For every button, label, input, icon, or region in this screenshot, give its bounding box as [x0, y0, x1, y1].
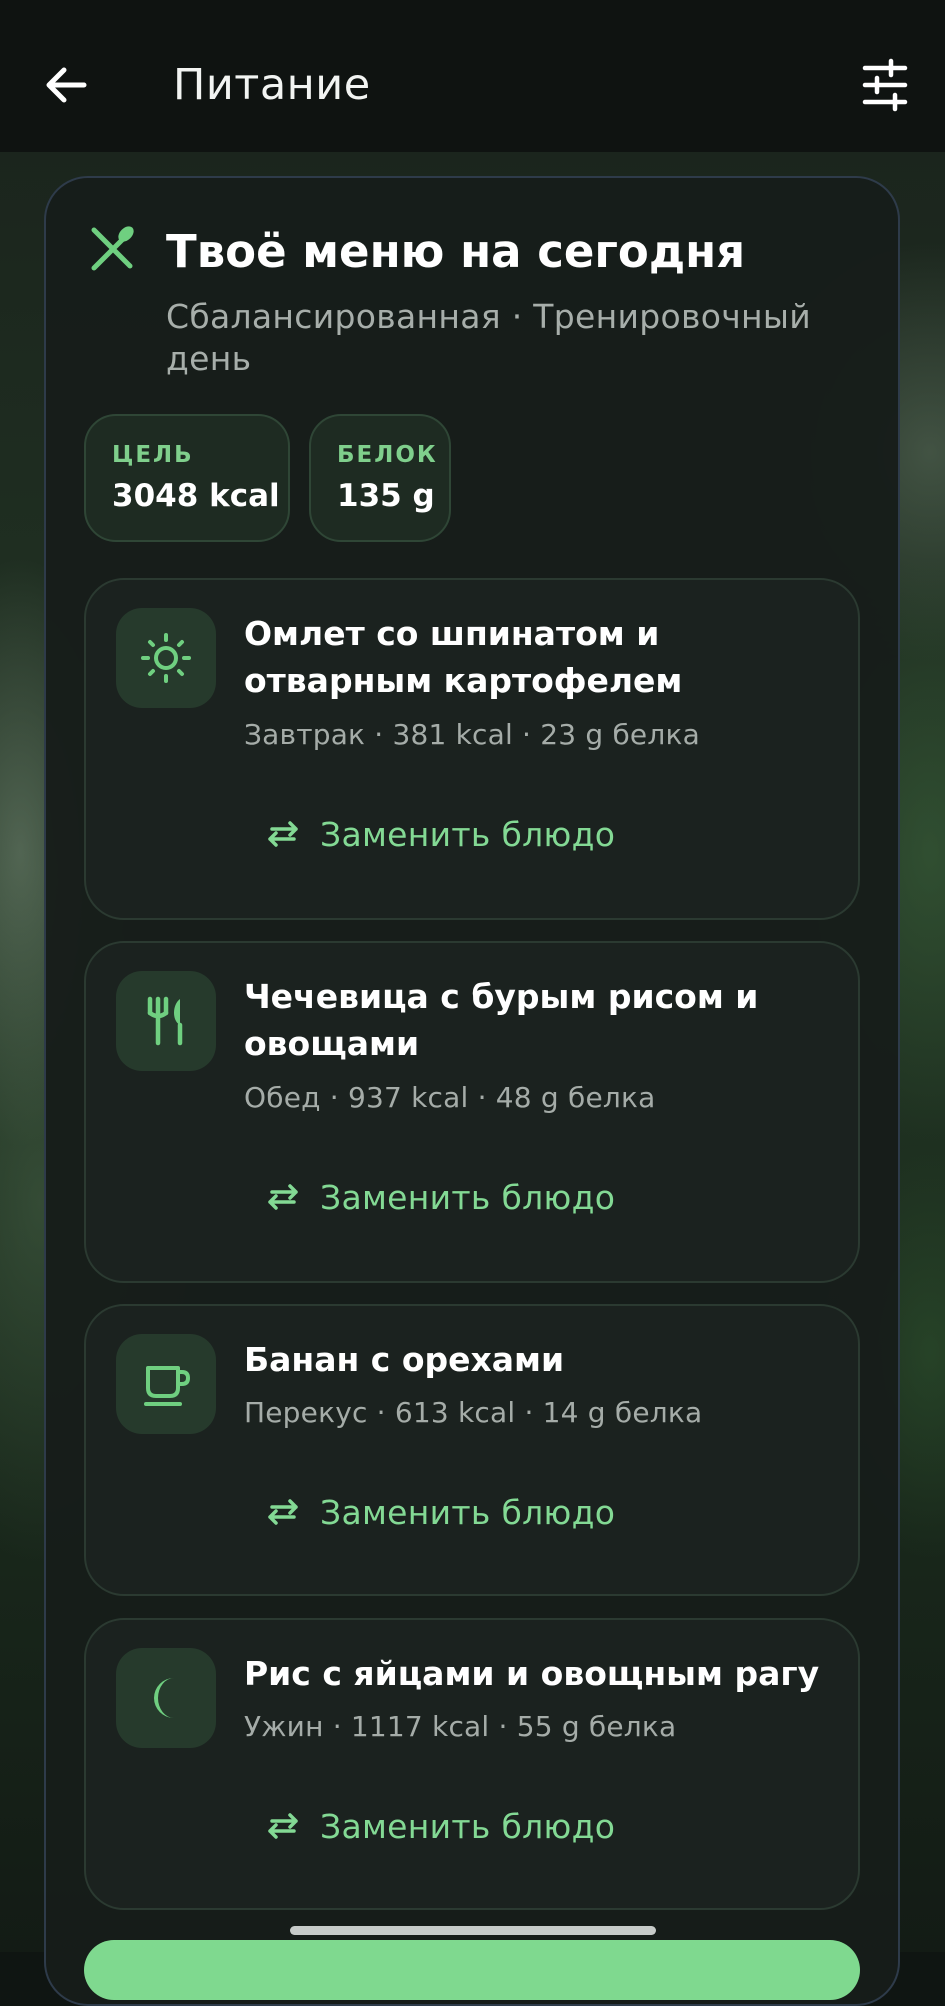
meal-card-dinner[interactable]: Рис с яйцами и овощным рагу Ужин · 1117 … — [84, 1618, 860, 1910]
meal-name: Банан с орехами — [244, 1340, 565, 1379]
meal-name: Омлет со шпинатом и отварным картофелем — [244, 614, 683, 700]
protein-chip: БЕЛОК 135 g — [309, 414, 451, 542]
swap-dish-button[interactable]: Заменить блюдо — [266, 1796, 615, 1856]
goal-value: 3048 kcal — [112, 478, 280, 514]
moon-icon — [154, 1678, 174, 1718]
meal-icon-badge — [116, 1648, 216, 1748]
swap-label: Заменить блюдо — [320, 814, 616, 854]
fork-knife-icon — [91, 226, 134, 271]
meal-meta: Обед · 937 kcal · 48 g белка — [244, 1081, 656, 1114]
meal-meta: Завтрак · 381 kcal · 23 g белка — [244, 718, 700, 751]
menu-subtitle: Сбалансированная · Тренировочный день — [166, 297, 811, 378]
meal-name: Чечевица с бурым рисом и овощами — [244, 977, 759, 1063]
meal-icon-badge — [116, 971, 216, 1071]
utensils-icon — [147, 996, 183, 1046]
meal-card-breakfast[interactable]: Омлет со шпинатом и отварным картофелем … — [84, 578, 860, 920]
meal-icon-badge — [116, 608, 216, 708]
goal-label: ЦЕЛЬ — [112, 442, 194, 468]
swap-icon — [268, 821, 298, 847]
protein-value: 135 g — [337, 478, 435, 514]
meal-name: Рис с яйцами и овощным рагу — [244, 1654, 820, 1693]
protein-label: БЕЛОК — [337, 442, 438, 468]
meal-card-snack[interactable]: Банан с орехами Перекус · 613 kcal · 14 … — [84, 1304, 860, 1596]
meal-card-lunch[interactable]: Чечевица с бурым рисом и овощами Обед · … — [84, 941, 860, 1283]
tune-icon — [862, 58, 908, 112]
meal-icon-badge — [116, 1334, 216, 1434]
filter-settings-button[interactable] — [855, 58, 915, 112]
swap-label: Заменить блюдо — [320, 1806, 616, 1846]
swap-label: Заменить блюдо — [320, 1177, 616, 1217]
menu-title: Твоё меню на сегодня — [166, 225, 746, 278]
page-title: Питание — [173, 60, 371, 110]
goal-calories-chip: ЦЕЛЬ 3048 kcal — [84, 414, 290, 542]
back-button[interactable] — [38, 58, 98, 112]
meal-meta: Перекус · 613 kcal · 14 g белка — [244, 1396, 703, 1429]
meal-meta: Ужин · 1117 kcal · 55 g белка — [244, 1710, 677, 1743]
arrow-left-icon — [46, 67, 87, 103]
cup-icon — [144, 1366, 190, 1406]
swap-icon — [268, 1184, 298, 1210]
app-bar: Питание — [0, 0, 945, 152]
swap-icon — [268, 1499, 298, 1525]
swap-dish-button[interactable]: Заменить блюдо — [266, 1482, 615, 1542]
swap-icon — [268, 1813, 298, 1839]
home-indicator — [290, 1926, 656, 1935]
swap-dish-button[interactable]: Заменить блюдо — [266, 804, 615, 864]
swap-label: Заменить блюдо — [320, 1492, 616, 1532]
sun-icon — [141, 633, 191, 683]
primary-action-button[interactable] — [84, 1940, 860, 2000]
swap-dish-button[interactable]: Заменить блюдо — [266, 1167, 615, 1227]
